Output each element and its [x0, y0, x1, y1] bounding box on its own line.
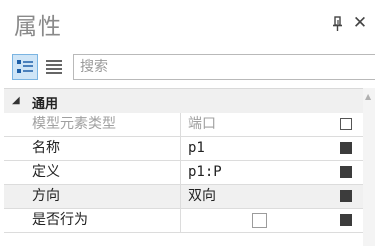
- is-behavior-checkbox[interactable]: [252, 213, 267, 228]
- vertical-scrollbar[interactable]: ▲: [363, 88, 375, 246]
- category-label: 通用: [32, 97, 59, 112]
- property-name: 方向: [4, 185, 181, 208]
- alphabetical-view-button[interactable]: [42, 54, 68, 80]
- categorized-view-button[interactable]: [12, 54, 38, 80]
- category-general[interactable]: ◢ 通用: [4, 89, 363, 113]
- property-value[interactable]: p1: [182, 137, 332, 160]
- property-row-definition[interactable]: 定义 p1:P: [4, 161, 363, 185]
- property-row-is-behavior[interactable]: 是否行为: [4, 209, 363, 233]
- close-icon[interactable]: ✕: [352, 15, 368, 32]
- categorized-view-icon: [17, 60, 33, 73]
- list-view-icon: [46, 60, 62, 74]
- property-row-direction[interactable]: 方向 双向: [4, 185, 363, 209]
- toolbar: 搜索: [0, 46, 375, 88]
- property-grid: ◢ 通用 模型元素类型 端口 名称 p1 定义 p1:P 方向 双向 是否行为: [4, 88, 375, 247]
- property-marker-icon[interactable]: [340, 214, 352, 226]
- property-value: 端口: [188, 116, 216, 132]
- expand-arrow-icon[interactable]: ◢: [12, 95, 20, 106]
- property-name: 模型元素类型: [4, 113, 181, 136]
- property-name: 名称: [4, 137, 181, 160]
- search-input[interactable]: 搜索: [73, 54, 375, 80]
- panel-title: 属性: [14, 14, 62, 40]
- property-value[interactable]: 双向: [182, 185, 332, 208]
- property-row-name[interactable]: 名称 p1: [4, 137, 363, 161]
- property-value[interactable]: p1:P: [182, 161, 332, 184]
- property-row-element-type[interactable]: 模型元素类型 端口: [4, 113, 363, 137]
- title-bar: 属性 ✕: [0, 0, 375, 46]
- property-marker-icon[interactable]: [340, 190, 352, 202]
- property-name: 定义: [4, 161, 181, 184]
- scroll-up-icon[interactable]: ▲: [365, 92, 371, 101]
- property-marker-icon[interactable]: [340, 166, 352, 178]
- property-name: 是否行为: [4, 209, 181, 232]
- properties-panel: 属性 ✕ 搜索 ◢ 通用 模型元素类型 端口 名称 p1 定义 p1:P 方向 …: [0, 0, 375, 246]
- pin-icon[interactable]: [331, 16, 345, 32]
- property-marker-icon[interactable]: [340, 142, 352, 154]
- property-marker-icon[interactable]: [340, 118, 352, 130]
